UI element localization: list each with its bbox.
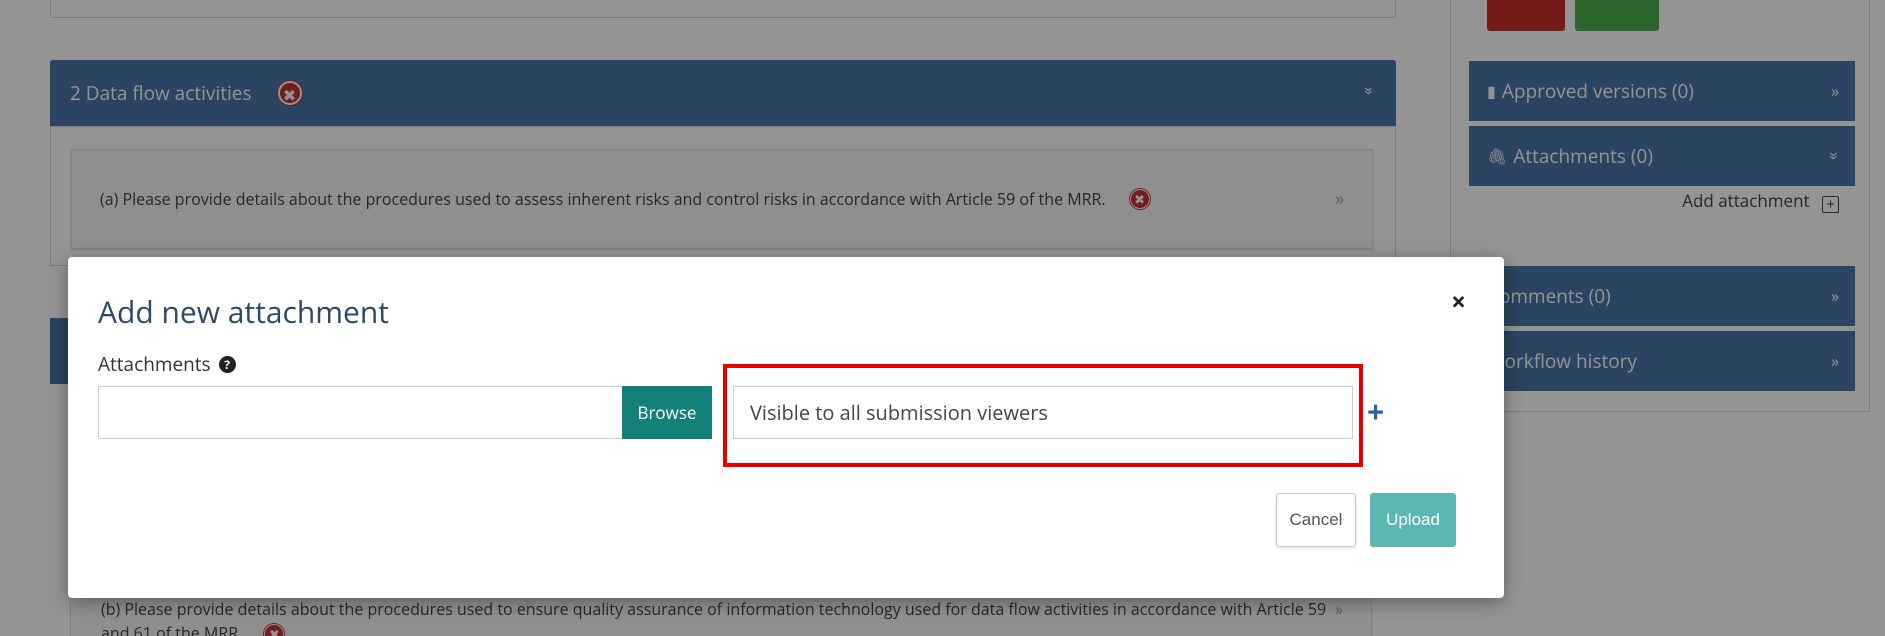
help-icon[interactable]: ?	[218, 355, 236, 373]
upload-button[interactable]: Upload	[1370, 493, 1456, 547]
page: 2 Data flow activities ✖ » (a) Please pr…	[0, 0, 1885, 636]
add-attachment-modal: Add new attachment × Attachments ? Brows…	[68, 257, 1504, 598]
close-icon[interactable]: ×	[1451, 283, 1466, 319]
file-name-field[interactable]	[98, 386, 624, 439]
browse-button[interactable]: Browse	[622, 386, 712, 439]
add-row-plus-icon[interactable]: +	[1367, 391, 1384, 432]
attachments-label-text: Attachments	[98, 351, 211, 377]
cancel-button[interactable]: Cancel	[1276, 493, 1356, 547]
visibility-select[interactable]: Visible to all submission viewers	[733, 386, 1353, 439]
modal-title: Add new attachment	[98, 291, 389, 332]
attachments-label: Attachments ?	[98, 351, 236, 377]
